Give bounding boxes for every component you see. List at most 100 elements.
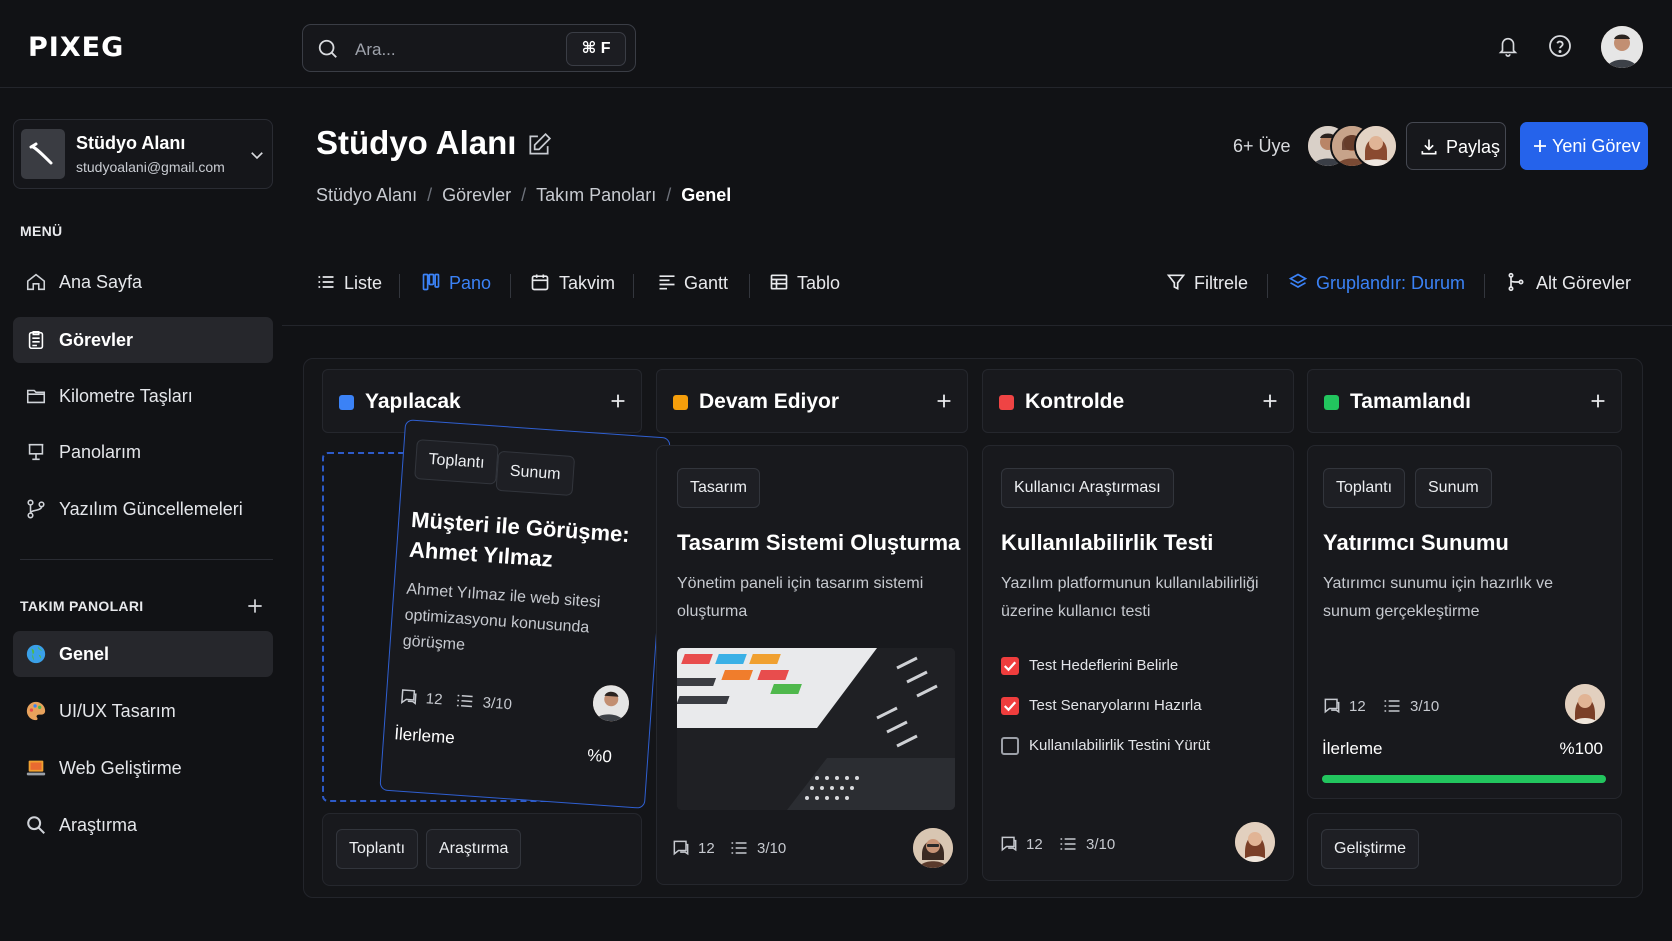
assignee-avatar[interactable]	[1235, 822, 1275, 862]
bell-icon[interactable]	[1497, 34, 1519, 58]
sidebar-item-team-general[interactable]: Genel	[13, 631, 273, 677]
edit-icon[interactable]	[526, 132, 552, 158]
breadcrumb: Stüdyo Alanı / Görevler / Takım Panoları / Gen…	[316, 185, 731, 206]
checkbox-checked[interactable]	[1001, 697, 1019, 715]
breadcrumb-item[interactable]: Görevler	[442, 185, 511, 206]
subtasks-count[interactable]: 3/10	[729, 838, 799, 858]
task-tag: Geliştirme	[1321, 829, 1420, 869]
checklist-icon	[731, 842, 747, 854]
task-card[interactable]: Toplantı Sunum Yatırımcı Sunumu Yatırımc…	[1307, 445, 1622, 799]
subtasks-count[interactable]: 3/10	[1058, 834, 1128, 854]
tab-calendar[interactable]: Takvim	[530, 270, 616, 300]
progress-percent: %0	[586, 745, 613, 767]
group-by-button[interactable]: Gruplandır: Durum	[1288, 270, 1465, 300]
new-task-label: Yeni Görev	[1552, 136, 1641, 156]
new-task-button[interactable]: Yeni Görev	[1520, 122, 1648, 170]
subtasks-count[interactable]: 3/10	[1382, 696, 1452, 716]
sidebar-item-tasks[interactable]: Görevler	[13, 317, 273, 363]
checklist-icon	[1060, 838, 1076, 850]
share-label: Paylaş	[1446, 137, 1501, 157]
breadcrumb-item[interactable]: Stüdyo Alanı	[316, 185, 417, 206]
sidebar-item-team-uiux[interactable]: UI/UX Tasarım	[13, 688, 273, 734]
chevron-down-icon[interactable]	[248, 146, 266, 164]
subtask-icon	[1508, 272, 1524, 292]
add-team-board-icon[interactable]	[245, 596, 265, 616]
laptop-icon	[26, 760, 46, 776]
layers-icon	[1288, 273, 1308, 288]
magnifier-icon	[27, 816, 45, 834]
task-card[interactable]: Tasarım Tasarım Sistemi Oluşturma Yöneti…	[656, 445, 968, 885]
home-icon	[26, 273, 46, 291]
workspace-switcher[interactable]: Stüdyo Alanı studyoalani@gmail.com	[13, 119, 273, 189]
checklist-item[interactable]: Test Hedeflerini Belirle	[1001, 656, 1271, 676]
checkbox-checked[interactable]	[1001, 657, 1019, 675]
sidebar-item-team-webdev[interactable]: Web Geliştirme	[13, 745, 273, 791]
search-box[interactable]: Ara... ⌘ F	[302, 24, 636, 72]
sidebar-item-label: Araştırma	[59, 815, 138, 835]
checklist-item[interactable]: Kullanılabilirlik Testini Yürüt	[1001, 736, 1271, 756]
sidebar-item-label: Görevler	[59, 330, 134, 350]
clipboard-icon	[28, 330, 44, 350]
task-card[interactable]: Toplantı Araştırma	[322, 813, 642, 886]
task-title: Yatırımcı Sunumu	[1323, 530, 1509, 555]
assignee-avatar[interactable]	[1565, 684, 1605, 724]
comments-count[interactable]: 12	[1322, 696, 1382, 716]
team-boards-label: TAKIM PANOLARI	[20, 598, 144, 614]
breadcrumb-item[interactable]: Takım Panoları	[536, 185, 656, 206]
sidebar-item-software-updates[interactable]: Yazılım Güncellemeleri	[13, 486, 273, 532]
member-avatar[interactable]	[1354, 124, 1398, 168]
sidebar-item-milestones[interactable]: Kilometre Taşları	[13, 373, 273, 419]
task-description: Ahmet Yılmaz ile web sitesi optimizasyon…	[402, 580, 602, 654]
board-view-icon	[422, 273, 440, 291]
column-title: Devam Ediyor	[699, 390, 840, 413]
tab-table[interactable]: Tablo	[769, 270, 841, 300]
subtasks-count[interactable]: 3/10	[454, 690, 525, 715]
comment-icon	[401, 689, 417, 705]
comments-count[interactable]: 12	[398, 686, 459, 710]
plus-icon	[1534, 140, 1546, 152]
sidebar-item-team-research[interactable]: Araştırma	[13, 802, 273, 848]
search-shortcut: ⌘ F	[566, 32, 626, 66]
assignee-avatar[interactable]	[591, 684, 631, 723]
checklist-item[interactable]: Test Senaryolarını Hazırla	[1001, 696, 1271, 716]
sidebar-item-home[interactable]: Ana Sayfa	[13, 259, 273, 305]
filter-button[interactable]: Filtrele	[1166, 270, 1256, 300]
breadcrumb-current: Genel	[681, 185, 732, 205]
tab-separator	[510, 274, 511, 298]
tab-list[interactable]: Liste	[316, 270, 382, 300]
add-card-icon[interactable]	[1587, 390, 1609, 412]
task-card[interactable]: Kullanıcı Araştırması Kullanılabilirlik …	[982, 445, 1294, 881]
assignee-avatar[interactable]	[913, 828, 953, 868]
status-color	[339, 395, 354, 410]
sidebar-item-boards[interactable]: Panolarım	[13, 429, 273, 475]
app-logo[interactable]: PIXEG	[28, 32, 124, 63]
checkbox-unchecked[interactable]	[1001, 737, 1019, 755]
comments-count[interactable]: 12	[671, 838, 731, 858]
comments-count[interactable]: 12	[999, 834, 1059, 854]
task-card[interactable]: Geliştirme	[1307, 813, 1622, 886]
board-icon	[28, 443, 44, 461]
column-todo: Yapılacak	[322, 369, 642, 433]
workspace-name: Stüdyo Alanı	[76, 133, 186, 153]
add-card-icon[interactable]	[607, 390, 629, 412]
subtasks-button[interactable]: Alt Görevler	[1506, 270, 1638, 300]
members-count[interactable]: 6+ Üye	[1233, 136, 1291, 157]
search-icon	[318, 39, 337, 58]
search-input[interactable]: Ara...	[355, 40, 396, 60]
tab-gantt[interactable]: Gantt	[657, 270, 733, 300]
globe-icon	[26, 644, 46, 664]
user-avatar[interactable]	[1601, 26, 1643, 68]
task-card-dragging[interactable]: Toplantı Sunum Müşteri ile Görüşme: Ahme…	[379, 419, 671, 809]
share-button[interactable]: Paylaş	[1406, 122, 1506, 170]
comment-icon	[673, 840, 689, 856]
toolbar-separator	[1267, 274, 1268, 298]
help-icon[interactable]	[1548, 34, 1572, 58]
breadcrumb-separator: /	[521, 185, 527, 205]
sidebar-item-label: UI/UX Tasarım	[59, 701, 176, 721]
tab-board[interactable]: Pano	[421, 270, 493, 300]
add-card-icon[interactable]	[933, 390, 955, 412]
tab-separator	[633, 274, 634, 298]
progress-label: İlerleme	[1322, 739, 1383, 758]
add-card-icon[interactable]	[1259, 390, 1281, 412]
sidebar-item-label: Genel	[59, 644, 110, 664]
